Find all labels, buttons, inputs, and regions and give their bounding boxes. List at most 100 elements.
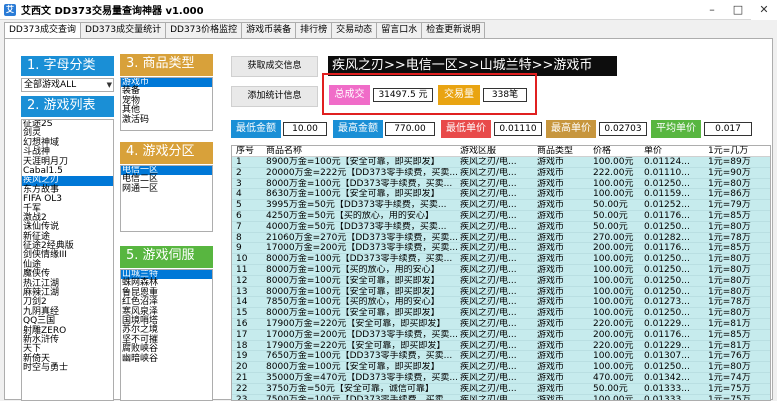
table-row[interactable]: 23 7500万金=100元【DD373零手续费，买卖... 疾风之刃/电... 游戏…: [232, 394, 770, 401]
table-row[interactable]: 8 21060万金=270元【DD373零手续费，买卖... 疾风之刃/电... 游戏…: [232, 232, 770, 244]
table-row[interactable]: 22 3750万金=50元【安全可靠，诚信可靠】 疾风之刃/电... 游戏币 50.00…: [232, 383, 770, 395]
table-row[interactable]: 14 7850万金=100元【买的放心，用的安心】 疾风之刃/电... 游戏币 100.…: [232, 297, 770, 309]
table-cell: 游戏币: [537, 243, 565, 254]
tab-1[interactable]: DD373成交查询: [4, 22, 82, 39]
tab-5[interactable]: 排行榜: [295, 22, 333, 38]
table-cell: 1元=78万: [708, 232, 751, 243]
tab-7[interactable]: 留言口水: [376, 22, 423, 38]
game-server-item[interactable]: 幽暗峡谷: [121, 354, 212, 364]
tab-3[interactable]: DD373价格监控: [165, 22, 243, 38]
game-zone-list[interactable]: 电信一区 电信二区 网通一区: [120, 165, 213, 232]
table-cell: 1元=75万: [708, 394, 751, 401]
table-row[interactable]: 12 8000万金=100元【安全可靠，即买即发】 疾风之刃/电... 游戏币 100.…: [232, 275, 770, 287]
column-header[interactable]: 商品名称: [266, 146, 302, 157]
min-amount-label: 最低金额: [231, 120, 281, 138]
game-zone-item[interactable]: 网通一区: [121, 184, 212, 194]
table-cell: 20000万金=222元【DD373零手续费，买卖...: [266, 167, 458, 178]
table-row[interactable]: 4 8630万金=100元【安全可靠，即买即发】 疾风之刃/电... 游戏币 100.0…: [232, 189, 770, 201]
table-row[interactable]: 13 8000万金=100元【安全可靠，即买即发】 疾风之刃/电... 游戏币 100.…: [232, 286, 770, 298]
column-header[interactable]: 商品类型: [537, 146, 573, 157]
table-cell: 17900万金=220元【安全可靠，即买即发】: [266, 340, 446, 351]
table-row[interactable]: 17 17000万金=200元【DD373零手续费，买卖... 疾风之刃/电... 游…: [232, 329, 770, 341]
table-cell: 270.00元: [593, 232, 634, 243]
item-type-heading: 3. 商品类型: [120, 54, 213, 76]
table-cell: 1元=85万: [708, 210, 751, 221]
table-cell: 疾风之刃/电...: [460, 275, 517, 286]
game-list-item[interactable]: 时空与勇士: [22, 363, 113, 373]
table-cell: 50.00元: [593, 383, 628, 394]
table-row[interactable]: 18 17900万金=220元【安全可靠，即买即发】 疾风之刃/电... 游戏币 220…: [232, 340, 770, 352]
table-row[interactable]: 7 4000万金=50元【DD373零手续费，买卖... 疾风之刃/电... 游戏币 5…: [232, 221, 770, 233]
table-row[interactable]: 5 3995万金=50元【DD373零手续费，买卖... 疾风之刃/电... 游戏币 5…: [232, 200, 770, 211]
table-row[interactable]: 11 8000万金=100元【买的放心，用的安心】 疾风之刃/电... 游戏币 100.…: [232, 264, 770, 276]
table-cell: 游戏币: [537, 221, 565, 232]
table-cell: 疾风之刃/电...: [460, 383, 517, 394]
table-cell: 1元=80万: [708, 308, 751, 319]
table-cell: 1元=81万: [708, 318, 751, 329]
table-cell: 100.00元: [593, 189, 634, 200]
table-row[interactable]: 2 20000万金=222元【DD373零手续费，买卖... 疾风之刃/电... 游戏…: [232, 167, 770, 179]
table-row[interactable]: 20 8000万金=100元【安全可靠，即买即发】 疾风之刃/电... 游戏币 100.…: [232, 362, 770, 373]
table-cell: 3750万金=50元【安全可靠，诚信可靠】: [266, 383, 434, 394]
table-cell: 3995万金=50元【DD373零手续费，买卖...: [266, 200, 447, 211]
table-cell: 100.00元: [593, 157, 634, 167]
tab-4[interactable]: 游戏币装备: [241, 22, 297, 38]
table-row[interactable]: 16 17900万金=220元【安全可靠，即买即发】 疾风之刃/电... 游戏币 220…: [232, 318, 770, 330]
table-cell: 0.01273...: [644, 297, 690, 308]
table-cell: 0.01250...: [644, 264, 690, 275]
column-header[interactable]: 单价: [644, 146, 662, 157]
table-cell: 100.00元: [593, 254, 634, 265]
game-list[interactable]: 征途2S 剑灵 幻想神域 斗战神 天涯明月刀 Cabal1.5 疾风之刃 东方故事 FIFA O…: [21, 119, 114, 401]
table-row[interactable]: 21 35000万金=470元【DD373零手续费，买卖... 疾风之刃/电... 游…: [232, 372, 770, 384]
tab-6[interactable]: 交易动态: [331, 22, 378, 38]
table-cell: 0.01229...: [644, 318, 690, 329]
table-row[interactable]: 6 4250万金=50元【买的放心，用的安心】 疾风之刃/电... 游戏币 50.00元…: [232, 210, 770, 222]
column-header[interactable]: 游戏区服: [460, 146, 496, 157]
tab-2[interactable]: DD373成交量统计: [80, 22, 167, 38]
get-deals-button[interactable]: 获取成交信息: [231, 56, 318, 77]
table-cell: 游戏币: [537, 372, 565, 383]
game-server-list[interactable]: 山城兰特 蛛网森林 鲁昆恩重 红色沼泽 寒风泉泽 国境哨塔 苏尔之境 坚不可摧 腐败峡谷 幽暗峡谷: [120, 269, 213, 401]
table-cell: 222.00元: [593, 167, 634, 178]
table-cell: 1元=85万: [708, 329, 751, 340]
table-cell: 17000万金=200元【DD373零手续费，买卖...: [266, 329, 458, 340]
maximize-icon[interactable]: □: [725, 0, 751, 20]
column-header[interactable]: 1元=几万: [708, 146, 748, 157]
table-cell: 疾风之刃/电...: [460, 264, 517, 275]
min-unit-price-label: 最低单价: [441, 120, 491, 138]
table-cell: 100.00元: [593, 351, 634, 362]
table-cell: 疾风之刃/电...: [460, 200, 517, 211]
item-type-list[interactable]: 游戏币 装备 宠物 其他 激活码: [120, 77, 213, 131]
table-cell: 游戏币: [537, 351, 565, 362]
table-row[interactable]: 15 8000万金=100元【安全可靠，即买即发】 疾风之刃/电... 游戏币 100.…: [232, 308, 770, 319]
table-cell: 9: [236, 243, 242, 254]
table-row[interactable]: 1 8900万金=100元【安全可靠，即买即发】 疾风之刃/电... 游戏币 100.0…: [232, 157, 770, 168]
table-cell: 疾风之刃/电...: [460, 329, 517, 340]
max-unit-price-value: 0.02703: [599, 122, 647, 136]
table-cell: 游戏币: [537, 200, 565, 211]
game-zone-heading: 4. 游戏分区: [120, 142, 213, 164]
close-icon[interactable]: ✕: [751, 0, 777, 20]
tab-8[interactable]: 检查更新说明: [421, 22, 486, 38]
table-row[interactable]: 9 17000万金=200元【DD373零手续费，买卖... 疾风之刃/电... 游戏…: [232, 243, 770, 255]
item-type-item[interactable]: 激活码: [121, 115, 212, 125]
column-header[interactable]: 序号: [236, 146, 254, 157]
table-row[interactable]: 10 8000万金=100元【DD373零手续费，买卖... 疾风之刃/电... 游戏…: [232, 254, 770, 265]
table-cell: 游戏币: [537, 362, 565, 373]
column-header[interactable]: 价格: [593, 146, 611, 157]
minimize-icon[interactable]: –: [699, 0, 725, 20]
table-row[interactable]: 19 7650万金=100元【DD373零手续费，买卖... 疾风之刃/电... 游戏…: [232, 351, 770, 363]
table-cell: 7: [236, 221, 242, 232]
table-cell: 1元=89万: [708, 157, 751, 167]
deals-table[interactable]: 序号 商品名称 游戏区服 商品类型 价格 单价 1元=几万 1 8900万金=100元【安全可…: [231, 145, 771, 401]
table-cell: 8000万金=100元【DD373零手续费，买卖...: [266, 254, 453, 265]
table-cell: 8900万金=100元【安全可靠，即买即发】: [266, 157, 440, 167]
table-cell: 1元=86万: [708, 189, 751, 200]
table-cell: 4250万金=50元【买的放心，用的安心】: [266, 210, 434, 221]
table-cell: 13: [236, 286, 248, 297]
table-row[interactable]: 3 8000万金=100元【DD373零手续费，买卖... 疾风之刃/电... 游戏币…: [232, 178, 770, 190]
avg-unit-price-label: 平均单价: [651, 120, 701, 138]
letter-category-select[interactable]: 全部游戏ALL ▼: [21, 78, 114, 92]
table-cell: 疾风之刃/电...: [460, 351, 517, 362]
add-stats-button[interactable]: 添加统计信息: [231, 86, 318, 107]
